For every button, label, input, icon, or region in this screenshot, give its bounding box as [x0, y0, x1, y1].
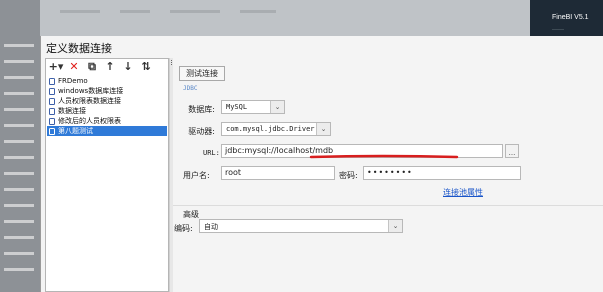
connection-toolbar: +▾ ✕ ⧉ ↑ ↓ ⇅ — [46, 59, 168, 74]
dialog-title: 定义数据连接 — [46, 42, 112, 55]
test-connection-button[interactable]: 测试连接 — [179, 66, 225, 81]
connection-pool-link[interactable]: 连接池属性 — [443, 187, 483, 198]
encoding-select[interactable]: 自动 ⌄ — [199, 219, 403, 233]
chevron-down-icon[interactable]: ⌄ — [316, 123, 330, 135]
driver-select[interactable]: com.mysql.jdbc.Driver ⌄ — [221, 122, 331, 136]
background-toolbar — [0, 6, 530, 30]
move-down-icon[interactable]: ↓ — [122, 60, 134, 73]
connection-label: 第八题测试 — [58, 127, 93, 135]
database-icon — [49, 127, 55, 135]
brand-subtitle: ——— — [552, 26, 564, 31]
delete-icon[interactable]: ✕ — [68, 60, 80, 73]
connection-tree: FRDemo windows数据库连接 人员权限表数据连接 数据连接 修改后的人… — [47, 76, 167, 136]
database-icon — [49, 107, 55, 115]
username-input[interactable]: root — [221, 166, 335, 180]
copy-icon[interactable]: ⧉ — [86, 60, 98, 73]
url-label: URL: — [203, 149, 220, 157]
database-select[interactable]: MySQL ⌄ — [221, 100, 285, 114]
connection-item[interactable]: 修改后的人员权限表 — [47, 116, 167, 126]
connection-item[interactable]: 人员权限表数据连接 — [47, 96, 167, 106]
connection-label: 修改后的人员权限表 — [58, 117, 121, 125]
connection-label: windows数据库连接 — [58, 87, 124, 95]
section-divider — [173, 205, 603, 206]
driver-label: 驱动器: — [188, 127, 215, 136]
connection-item[interactable]: FRDemo — [47, 76, 167, 86]
database-icon — [49, 77, 55, 85]
database-icon — [49, 117, 55, 125]
password-input[interactable]: •••••••• — [363, 166, 521, 180]
connection-settings-panel: 测试连接 JDBC 数据库: MySQL ⌄ 驱动器: com.mysql.jd… — [173, 58, 603, 292]
advanced-section-label: 高级 — [183, 210, 199, 219]
database-icon — [49, 97, 55, 105]
connection-item[interactable]: windows数据库连接 — [47, 86, 167, 96]
encoding-label: 编码: — [174, 224, 193, 233]
chevron-down-icon[interactable]: ⌄ — [270, 101, 284, 113]
jdbc-section-label: JDBC — [183, 85, 198, 92]
move-up-icon[interactable]: ↑ — [104, 60, 116, 73]
connection-label: 数据连接 — [58, 107, 86, 115]
connection-item[interactable]: 数据连接 — [47, 106, 167, 116]
connection-label: FRDemo — [58, 77, 88, 85]
define-connection-dialog: 定义数据连接 +▾ ✕ ⧉ ↑ ↓ ⇅ FRDemo windows数据库连接 … — [40, 36, 603, 292]
database-value: MySQL — [226, 103, 248, 111]
chevron-down-icon[interactable]: ⌄ — [388, 220, 402, 232]
connection-item-selected[interactable]: 第八题测试 — [47, 126, 167, 136]
url-browse-button[interactable]: ... — [505, 144, 519, 158]
brand-title: FineBI V5.1 — [552, 14, 589, 21]
password-label: 密码: — [339, 171, 358, 180]
background-sidebar — [0, 0, 40, 292]
connection-list-panel: +▾ ✕ ⧉ ↑ ↓ ⇅ FRDemo windows数据库连接 人员权限表数据… — [45, 58, 169, 292]
encoding-value: 自动 — [204, 223, 218, 231]
driver-value: com.mysql.jdbc.Driver — [226, 125, 315, 133]
database-icon — [49, 87, 55, 95]
username-label: 用户名: — [183, 171, 210, 180]
connection-label: 人员权限表数据连接 — [58, 97, 121, 105]
sort-icon[interactable]: ⇅ — [140, 60, 152, 73]
brand-panel: FineBI V5.1 ——— — [530, 0, 603, 36]
add-icon[interactable]: +▾ — [49, 60, 64, 73]
database-label: 数据库: — [188, 105, 215, 114]
annotation-underline — [309, 154, 459, 159]
